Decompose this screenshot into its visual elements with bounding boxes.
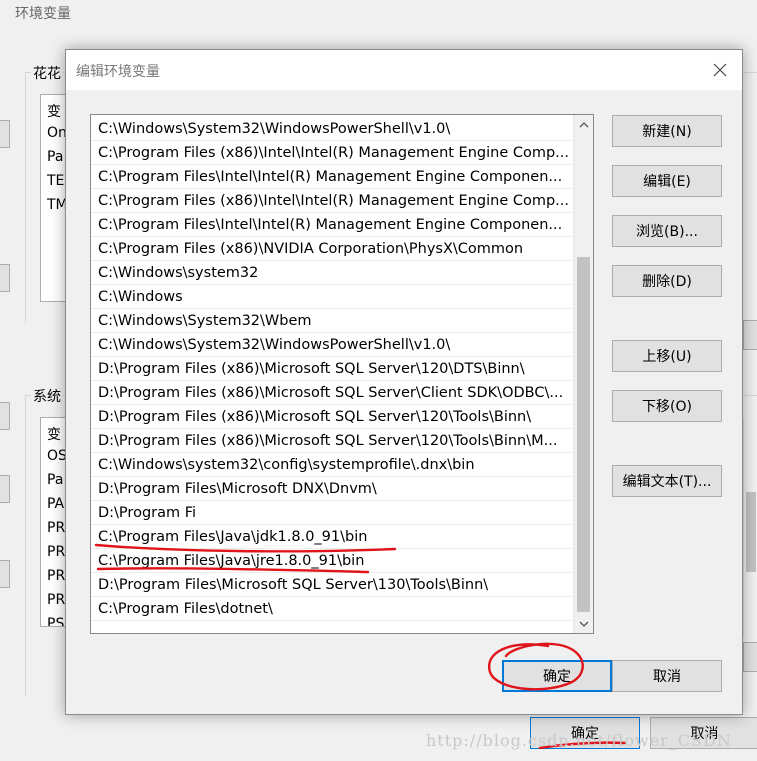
list-item[interactable]: Pa <box>47 149 63 165</box>
list-item[interactable]: PS <box>47 616 64 626</box>
path-item[interactable]: D:\Program Files (x86)\Microsoft SQL Ser… <box>91 405 572 429</box>
path-item[interactable]: C:\Windows\System32\WindowsPowerShell\v1… <box>91 117 572 141</box>
new-button[interactable]: 新建(N) <box>612 115 722 147</box>
path-item[interactable]: D:\Program Files (x86)\Microsoft SQL Ser… <box>91 381 572 405</box>
close-button[interactable] <box>706 56 734 84</box>
scrollbar-thumb[interactable] <box>746 492 756 572</box>
dialog-title: 编辑环境变量 <box>76 64 160 80</box>
path-item[interactable]: D:\Program Files (x86)\Microsoft SQL Ser… <box>91 357 572 381</box>
path-item[interactable]: C:\Windows\system32\config\systemprofile… <box>91 453 572 477</box>
edit-environment-variable-dialog: 编辑环境变量 C:\Windows\System32\WindowsPowerS… <box>65 49 743 715</box>
path-item[interactable]: C:\Windows\system32 <box>91 261 572 285</box>
path-item[interactable]: C:\Windows\System32\Wbem <box>91 309 572 333</box>
path-item[interactable]: C:\Windows\System32\WindowsPowerShell\v1… <box>91 333 572 357</box>
path-item[interactable]: C:\Program Files\Intel\Intel(R) Manageme… <box>91 165 572 189</box>
path-item[interactable]: C:\Program Files (x86)\NVIDIA Corporatio… <box>91 237 572 261</box>
edit-button[interactable]: 编辑(E) <box>612 165 722 197</box>
edit-text-button[interactable]: 编辑文本(T)... <box>612 465 722 497</box>
chevron-down-icon <box>579 621 588 627</box>
path-list[interactable]: C:\Windows\System32\WindowsPowerShell\v1… <box>90 114 594 634</box>
list-item[interactable]: PR <box>47 544 65 560</box>
path-item[interactable]: C:\Program Files (x86)\Intel\Intel(R) Ma… <box>91 141 572 165</box>
path-item[interactable]: D:\Program Files\Microsoft SQL Server\13… <box>91 573 572 597</box>
system-list-scrollbar[interactable] <box>743 418 757 638</box>
browse-button[interactable]: 浏览(B)... <box>612 215 722 247</box>
list-item[interactable]: 变 <box>47 101 61 121</box>
path-item[interactable]: C:\Program Files\Java\jdk1.8.0_91\bin <box>91 525 572 549</box>
bg-left-button[interactable] <box>0 475 10 503</box>
path-item[interactable]: D:\Program Fi <box>91 501 572 525</box>
cancel-button[interactable]: 取消 <box>612 660 722 692</box>
bg-left-button[interactable] <box>0 560 10 588</box>
list-item[interactable]: On <box>47 125 67 141</box>
path-item[interactable]: C:\Program Files\Java\jre1.8.0_91\bin <box>91 549 572 573</box>
list-item[interactable]: TE <box>47 173 64 189</box>
path-list-scrollbar[interactable] <box>573 115 593 633</box>
list-item[interactable]: OS <box>47 448 67 464</box>
watermark: http://blog.csdn.net/flower_CSDN <box>426 731 732 750</box>
list-item[interactable]: PA <box>47 496 64 512</box>
list-item[interactable]: PR <box>47 592 65 608</box>
path-item[interactable]: D:\Program Files\Microsoft DNX\Dnvm\ <box>91 477 572 501</box>
bg-right-button[interactable] <box>743 320 757 350</box>
bg-right-button[interactable] <box>743 642 757 672</box>
dialog-titlebar: 编辑环境变量 <box>66 50 742 90</box>
path-item[interactable]: D:\Program Files (x86)\Microsoft SQL Ser… <box>91 429 572 453</box>
bg-left-button[interactable] <box>0 264 10 292</box>
move-down-button[interactable]: 下移(O) <box>612 390 722 422</box>
path-item[interactable]: C:\Windows <box>91 285 572 309</box>
path-item[interactable]: C:\Program Files\dotnet\ <box>91 597 572 621</box>
path-item[interactable]: C:\Program Files (x86)\Intel\Intel(R) Ma… <box>91 189 572 213</box>
move-up-button[interactable]: 上移(U) <box>612 340 722 372</box>
bg-left-button[interactable] <box>0 120 10 148</box>
bg-left-button[interactable] <box>0 402 10 430</box>
window-title: 环境变量 <box>15 6 71 22</box>
list-item[interactable]: 变 <box>47 424 61 444</box>
chevron-up-icon <box>579 121 588 127</box>
scrollbar-thumb[interactable] <box>577 257 590 612</box>
system-variables-label: 系统 <box>31 386 63 406</box>
scroll-up-button[interactable] <box>574 115 593 134</box>
list-item[interactable]: PR <box>47 520 65 536</box>
scroll-down-button[interactable] <box>574 614 593 633</box>
list-item[interactable]: Pa <box>47 472 63 488</box>
delete-button[interactable]: 删除(D) <box>612 265 722 297</box>
path-item[interactable]: C:\Program Files\Intel\Intel(R) Manageme… <box>91 213 572 237</box>
list-item[interactable]: PR <box>47 568 65 584</box>
ok-button[interactable]: 确定 <box>502 660 612 692</box>
close-icon <box>713 63 727 77</box>
user-variables-label: 花花 <box>31 63 63 83</box>
